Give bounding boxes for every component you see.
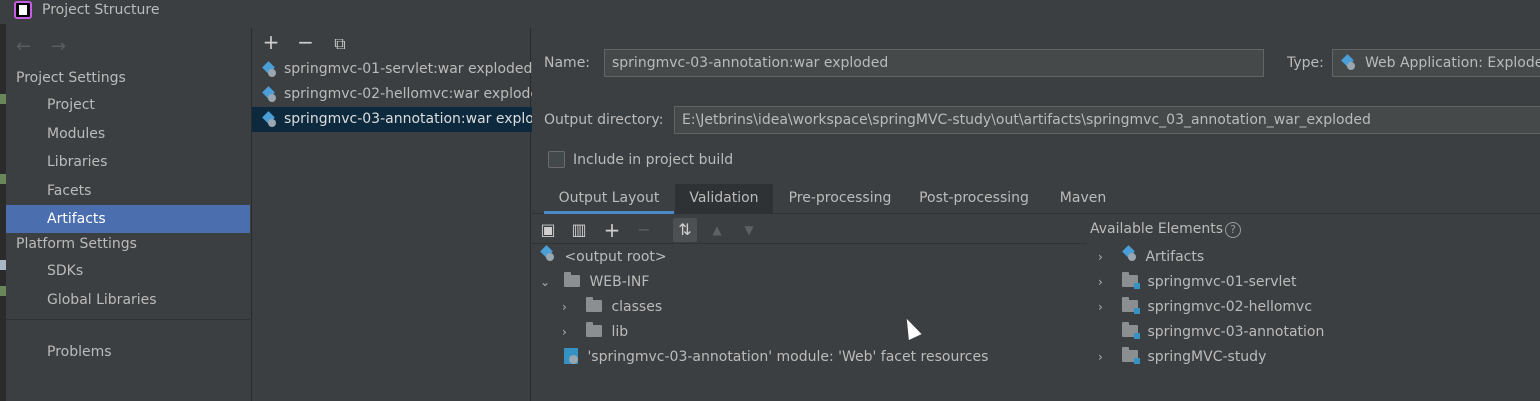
sidebar-item-modules[interactable]: Modules — [6, 120, 250, 148]
type-dropdown[interactable]: Web Application: Exploded — [1332, 49, 1540, 77]
available-elements-header: Available Elements? — [1090, 221, 1242, 238]
divider — [6, 319, 250, 320]
available-item-module[interactable]: springmvc-03-annotation — [1098, 320, 1324, 345]
artifact-list-item[interactable]: springmvc-01-servlet:war exploded — [252, 57, 532, 82]
web-inf-label: WEB-INF — [589, 274, 650, 290]
artifact-toolbar: + − ⧉ — [260, 32, 359, 56]
available-item-label: springmvc-03-annotation — [1147, 324, 1325, 340]
output-layout-toolbar: ▣ ▥ + − ⇅ ▲ ▼ — [532, 216, 1087, 244]
history-nav: ← → — [16, 36, 80, 57]
sidebar-item-artifacts[interactable]: Artifacts — [6, 205, 250, 233]
create-archive-icon[interactable]: ▥ — [567, 218, 591, 242]
available-item-module[interactable]: › springmvc-01-servlet — [1098, 270, 1297, 295]
sidebar-item-global-libraries[interactable]: Global Libraries — [6, 286, 250, 314]
artifact-list-item[interactable]: springmvc-02-hellomvc:war exploded — [252, 82, 532, 107]
available-item-module[interactable]: › springmvc-02-hellomvc — [1098, 295, 1312, 320]
tab-pre-processing[interactable]: Pre-processing — [775, 184, 905, 214]
war-exploded-icon — [262, 63, 276, 77]
sidebar-item-problems[interactable]: Problems — [6, 338, 250, 366]
tree-output-root[interactable]: <output root> — [540, 245, 667, 270]
window-title: Project Structure — [42, 2, 160, 18]
module-folder-icon — [1122, 297, 1140, 314]
chevron-right-icon[interactable]: › — [1098, 270, 1103, 295]
artifact-list-item-selected[interactable]: springmvc-03-annotation:war exploded — [252, 107, 532, 132]
available-item-label: springmvc-02-hellomvc — [1147, 299, 1313, 315]
folder-icon — [586, 322, 602, 337]
title-bar: Project Structure — [0, 0, 1540, 24]
help-icon[interactable]: ? — [1225, 222, 1242, 238]
classes-label: classes — [611, 299, 663, 315]
move-down-icon[interactable]: ▼ — [737, 218, 761, 242]
create-directory-icon[interactable]: ▣ — [536, 218, 560, 242]
output-root-label: <output root> — [564, 249, 667, 265]
web-facet-icon — [564, 348, 578, 364]
tab-output-layout[interactable]: Output Layout — [544, 184, 674, 214]
war-exploded-icon — [262, 88, 276, 102]
name-label: Name: — [544, 55, 591, 71]
artifact-tabs: Output Layout Validation Pre-processing … — [532, 184, 1540, 214]
settings-sidebar: ← → Project Settings Project Modules Lib… — [6, 28, 250, 401]
artifact-label: springmvc-02-hellomvc:war exploded — [284, 86, 532, 102]
sidebar-item-project[interactable]: Project — [6, 91, 250, 119]
available-item-label: springmvc-01-servlet — [1147, 274, 1297, 290]
available-elements-label: Available Elements — [1090, 221, 1224, 237]
tree-facet-resources[interactable]: 'springmvc-03-annotation' module: 'Web' … — [564, 345, 988, 370]
platform-settings-header: Platform Settings — [16, 236, 137, 252]
module-folder-icon — [1122, 322, 1140, 339]
tree-classes[interactable]: › classes — [562, 295, 662, 320]
folder-icon — [564, 272, 580, 287]
module-folder-icon — [1122, 272, 1140, 289]
available-item-artifacts[interactable]: › Artifacts — [1098, 245, 1204, 270]
output-directory-label: Output directory: — [544, 112, 664, 128]
artifact-detail-panel: Name: springmvc-03-annotation:war explod… — [532, 28, 1540, 401]
sidebar-item-sdks[interactable]: SDKs — [6, 257, 250, 285]
name-field[interactable]: springmvc-03-annotation:war exploded — [604, 49, 1264, 77]
add-copy-icon[interactable]: + — [600, 218, 624, 242]
tab-maven[interactable]: Maven — [1046, 184, 1120, 214]
facet-resources-label: 'springmvc-03-annotation' module: 'Web' … — [587, 349, 989, 365]
tab-validation[interactable]: Validation — [675, 184, 773, 214]
available-item-module[interactable]: › springMVC-study — [1098, 345, 1266, 370]
sidebar-item-facets[interactable]: Facets — [6, 177, 250, 205]
tree-lib[interactable]: › lib — [562, 320, 628, 345]
available-item-label: springMVC-study — [1147, 349, 1267, 365]
sidebar-item-libraries[interactable]: Libraries — [6, 148, 250, 176]
tab-post-processing[interactable]: Post-processing — [908, 184, 1040, 214]
output-directory-field[interactable]: E:\Jetbrins\idea\workspace\springMVC-stu… — [674, 106, 1540, 134]
chevron-right-icon[interactable]: › — [1098, 345, 1103, 370]
chevron-right-icon[interactable]: › — [562, 295, 567, 320]
sort-elements-icon[interactable]: ⇅ — [673, 218, 697, 242]
remove-element-icon[interactable]: − — [632, 218, 656, 242]
intellij-app-icon — [14, 1, 32, 19]
artifact-list-panel: + − ⧉ springmvc-01-servlet:war exploded … — [251, 28, 532, 401]
artifact-label: springmvc-03-annotation:war exploded — [284, 111, 532, 127]
folder-icon — [586, 297, 602, 312]
remove-artifact-button[interactable]: − — [294, 32, 316, 54]
include-in-build-label: Include in project build — [573, 152, 734, 168]
artifacts-icon — [1122, 247, 1136, 261]
artifact-label: springmvc-01-servlet:war exploded — [284, 61, 532, 77]
include-in-build-checkbox[interactable] — [548, 151, 565, 168]
type-value: Web Application: Exploded — [1365, 55, 1540, 71]
back-arrow-icon[interactable]: ← — [16, 36, 31, 57]
output-root-icon — [540, 247, 554, 261]
web-app-icon — [1341, 56, 1355, 70]
tree-web-inf[interactable]: ⌄ WEB-INF — [540, 270, 649, 295]
lib-label: lib — [611, 324, 629, 340]
move-up-icon[interactable]: ▲ — [705, 218, 729, 242]
chevron-right-icon[interactable]: › — [1098, 295, 1103, 320]
available-item-label: Artifacts — [1145, 249, 1205, 265]
add-artifact-button[interactable]: + — [260, 32, 282, 54]
war-exploded-icon — [262, 113, 276, 127]
type-label: Type: — [1287, 55, 1324, 71]
module-folder-icon — [1122, 347, 1140, 364]
project-settings-header: Project Settings — [16, 70, 126, 86]
forward-arrow-icon[interactable]: → — [51, 36, 66, 57]
chevron-right-icon[interactable]: › — [562, 320, 567, 345]
copy-artifact-button[interactable]: ⧉ — [329, 34, 351, 56]
chevron-right-icon[interactable]: › — [1098, 245, 1103, 270]
chevron-down-icon[interactable]: ⌄ — [540, 270, 550, 295]
